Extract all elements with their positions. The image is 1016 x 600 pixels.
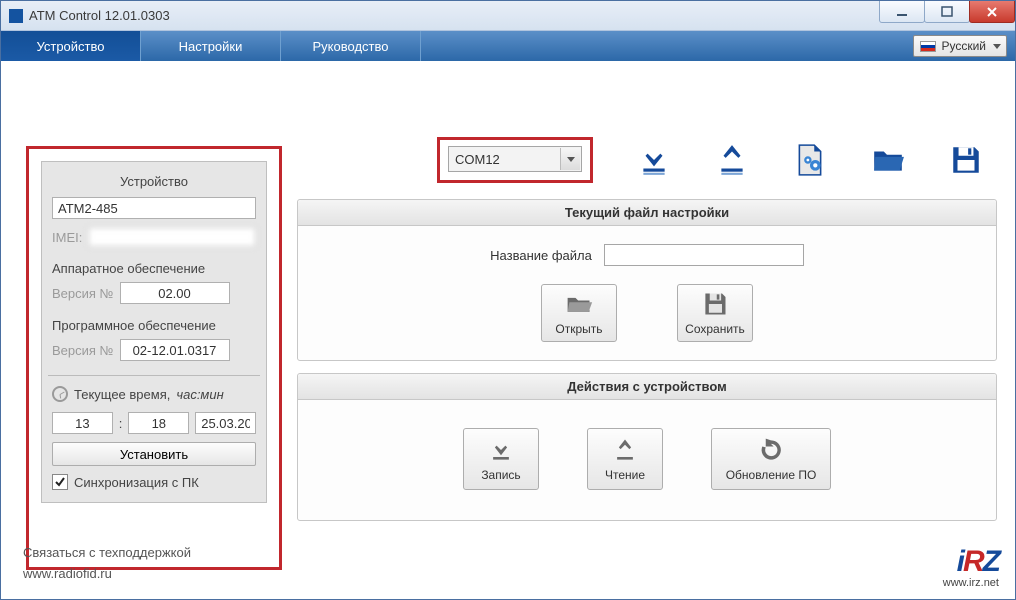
save-icon[interactable] [949, 143, 983, 177]
read-button[interactable]: Чтение [587, 428, 663, 490]
download-icon[interactable] [637, 143, 671, 177]
language-label: Русский [941, 39, 986, 53]
open-file-button[interactable]: Открыть [541, 284, 617, 342]
tab-manual[interactable]: Руководство [281, 31, 421, 61]
close-button[interactable] [969, 1, 1015, 23]
com-port-select[interactable]: COM12 [448, 146, 582, 172]
support-link[interactable]: Связаться с техподдержкой [23, 545, 191, 560]
open-file-label: Открыть [555, 322, 602, 336]
titlebar: ATM Control 12.01.0303 [1, 1, 1015, 31]
hour-input[interactable] [52, 412, 113, 434]
tab-device[interactable]: Устройство [1, 31, 141, 61]
current-file-group: Текущий файл настройки Название файла От… [297, 199, 997, 361]
save-file-button[interactable]: Сохранить [677, 284, 753, 342]
settings-page-icon[interactable] [793, 143, 827, 177]
hardware-heading: Аппаратное обеспечение [52, 261, 256, 276]
window-controls [880, 1, 1015, 23]
toolbar: COM12 [437, 137, 983, 183]
app-window: ATM Control 12.01.0303 Устройство Настро… [0, 0, 1016, 600]
window-title: ATM Control 12.01.0303 [29, 8, 170, 23]
date-input[interactable] [195, 412, 256, 434]
language-select[interactable]: Русский [913, 35, 1007, 57]
update-label: Обновление ПО [726, 468, 817, 482]
chevron-down-icon [993, 44, 1001, 49]
set-time-button[interactable]: Установить [52, 442, 256, 466]
write-button[interactable]: Запись [463, 428, 539, 490]
main-tabs: Устройство Настройки Руководство Русский [1, 31, 1015, 61]
flag-icon [920, 41, 936, 52]
sync-label: Синхронизация с ПК [74, 475, 199, 490]
app-icon [9, 9, 23, 23]
maximize-button[interactable] [924, 1, 970, 23]
minimize-button[interactable] [879, 1, 925, 23]
com-port-label: COM12 [455, 152, 500, 167]
imei-label: IMEI: [52, 230, 82, 245]
irz-logo: iRZ www.irz.net [943, 547, 999, 589]
sw-version-input[interactable] [120, 339, 230, 361]
current-file-header: Текущий файл настройки [298, 200, 996, 226]
chevron-down-icon [560, 148, 580, 170]
save-file-label: Сохранить [685, 322, 745, 336]
write-label: Запись [481, 468, 520, 482]
sw-version-label: Версия № [52, 343, 114, 358]
device-actions-group: Действия с устройством Запись Чтение Обн… [297, 373, 997, 521]
radiofid-link[interactable]: www.radiofid.ru [23, 566, 191, 581]
content: Устройство IMEI: Аппаратное обеспечение … [1, 61, 1015, 599]
hw-version-label: Версия № [52, 286, 114, 301]
sync-checkbox[interactable] [52, 474, 68, 490]
upload-icon[interactable] [715, 143, 749, 177]
read-label: Чтение [605, 468, 645, 482]
minute-input[interactable] [128, 412, 189, 434]
irz-site[interactable]: www.irz.net [943, 577, 999, 589]
device-box: Устройство IMEI: Аппаратное обеспечение … [41, 161, 267, 503]
filename-input[interactable] [604, 244, 804, 266]
update-firmware-button[interactable]: Обновление ПО [711, 428, 831, 490]
tab-settings[interactable]: Настройки [141, 31, 281, 61]
software-heading: Программное обеспечение [52, 318, 256, 333]
footer-links: Связаться с техподдержкой www.radiofid.r… [23, 545, 191, 581]
time-label-prefix: Текущее время, [74, 387, 170, 402]
clock-icon [52, 386, 68, 402]
device-info-panel: Устройство IMEI: Аппаратное обеспечение … [26, 146, 282, 570]
imei-value [88, 227, 256, 247]
com-port-highlight: COM12 [437, 137, 593, 183]
device-actions-header: Действия с устройством [298, 374, 996, 400]
hw-version-input[interactable] [120, 282, 230, 304]
time-label-suffix: час:мин [176, 387, 223, 402]
folder-open-icon[interactable] [871, 143, 905, 177]
device-name-input[interactable] [52, 197, 256, 219]
device-heading: Устройство [52, 174, 256, 189]
filename-label: Название файла [490, 248, 592, 263]
